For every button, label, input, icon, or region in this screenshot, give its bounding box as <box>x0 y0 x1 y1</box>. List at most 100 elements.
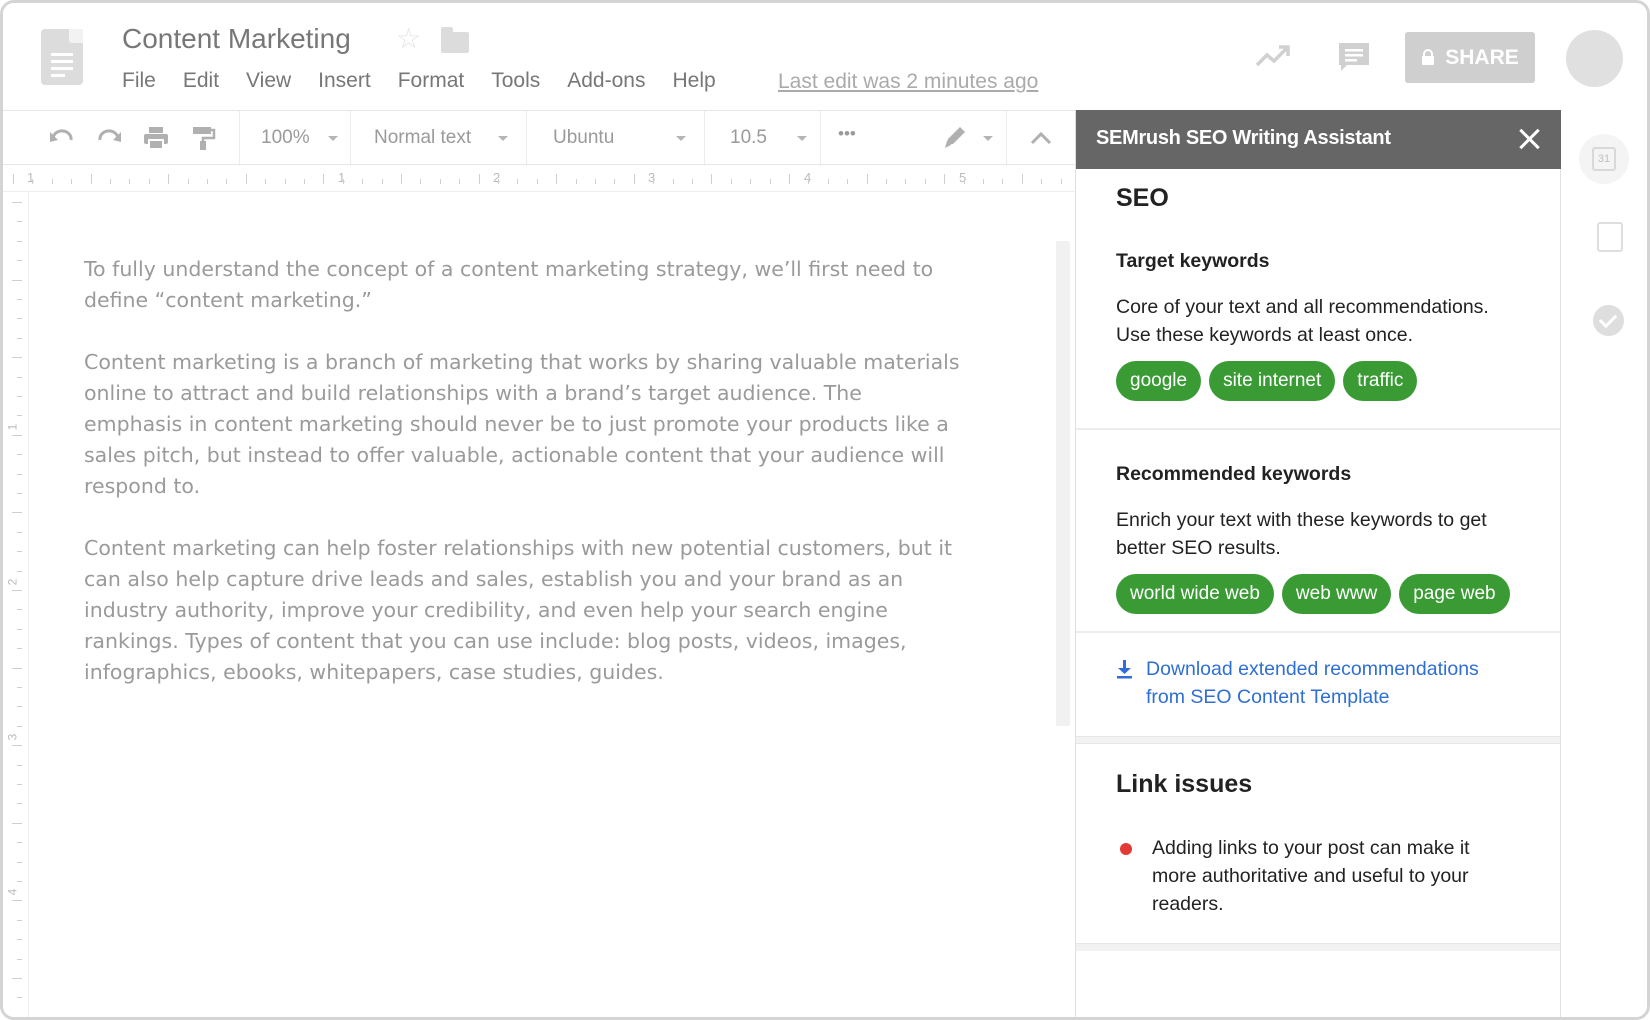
ruler-tick <box>12 590 22 591</box>
keyword-chip[interactable]: web www <box>1281 574 1392 614</box>
ruler-tick <box>17 260 22 262</box>
ruler-tick <box>17 958 22 960</box>
avatar[interactable] <box>1566 30 1623 87</box>
menu-format[interactable]: Format <box>398 69 465 93</box>
ruler-tick <box>17 919 22 921</box>
menu-insert[interactable]: Insert <box>318 69 371 93</box>
font-size-caret-icon <box>797 136 807 141</box>
document-paragraph[interactable]: To fully understand the concept of a con… <box>84 254 964 316</box>
ruler-tick <box>17 415 22 417</box>
ruler-tick <box>983 179 984 184</box>
link-issues-heading: Link issues <box>1116 770 1253 798</box>
ruler-tick <box>614 179 616 184</box>
section-divider <box>1076 428 1560 430</box>
section-divider <box>1076 943 1560 951</box>
ruler-tick <box>71 179 73 184</box>
style-select[interactable]: Normal text <box>374 127 471 149</box>
collapse-chevron-icon[interactable] <box>1028 126 1054 150</box>
ruler-tick <box>362 179 364 184</box>
font-caret-icon <box>676 136 686 141</box>
ruler-tick <box>17 997 22 999</box>
print-icon[interactable] <box>143 126 169 150</box>
close-icon[interactable] <box>1518 128 1540 150</box>
vertical-ruler[interactable]: 1 2 3 4 <box>3 192 29 1017</box>
keyword-chip[interactable]: page web <box>1399 574 1510 614</box>
ruler-tick <box>265 179 267 184</box>
menu-addons[interactable]: Add-ons <box>567 69 645 93</box>
ruler-number: 1 <box>5 423 20 431</box>
comment-icon[interactable] <box>1337 41 1371 73</box>
keep-icon[interactable] <box>1597 222 1623 252</box>
ruler-tick <box>459 179 461 184</box>
ruler-number: 4 <box>5 888 20 896</box>
paint-format-icon[interactable] <box>190 126 216 150</box>
document-title[interactable]: Content Marketing <box>122 23 351 55</box>
keyword-chip[interactable]: world wide web <box>1116 574 1274 614</box>
share-button[interactable]: SHARE <box>1405 32 1535 83</box>
ruler-tick <box>730 179 732 184</box>
last-edit-link[interactable]: Last edit was 2 minutes ago <box>778 70 1038 94</box>
horizontal-ruler[interactable]: 1 1 2 3 4 5 <box>3 166 1075 192</box>
seo-assistant-panel: SEMrush SEO Writing Assistant SEO Target… <box>1075 110 1562 1017</box>
keyword-chip[interactable]: site internet <box>1209 361 1336 401</box>
ruler-tick <box>17 1016 22 1017</box>
menu-edit[interactable]: Edit <box>183 69 219 93</box>
ruler-tick <box>498 179 499 184</box>
ruler-tick <box>653 179 655 184</box>
calendar-day: 31 <box>1592 147 1616 171</box>
tasks-icon[interactable] <box>1593 305 1624 336</box>
zoom-select[interactable]: 100% <box>261 127 310 149</box>
ruler-tick <box>245 174 247 184</box>
section-divider <box>1076 631 1560 633</box>
ruler-tick <box>17 240 22 242</box>
ruler-tick <box>17 784 22 785</box>
ruler-number: 2 <box>493 170 501 185</box>
ruler-tick <box>90 174 92 184</box>
ruler-tick <box>284 179 286 184</box>
ruler-tick <box>17 725 22 727</box>
menu-help[interactable]: Help <box>672 69 715 93</box>
ruler-tick <box>304 179 305 184</box>
ruler-tick <box>12 978 22 979</box>
menu-view[interactable]: View <box>246 69 291 93</box>
more-options-button[interactable]: ••• <box>838 124 856 144</box>
app-window: Content Marketing ☆ File Edit View Inser… <box>0 0 1650 1020</box>
download-recommendations-link[interactable]: Download extended recommendations from S… <box>1146 655 1516 711</box>
font-select[interactable]: Ubuntu <box>553 127 614 149</box>
undo-icon[interactable] <box>49 126 75 150</box>
seo-heading: SEO <box>1116 184 1169 212</box>
folder-icon[interactable] <box>441 27 469 53</box>
ruler-tick <box>1002 179 1004 184</box>
ruler-tick <box>886 179 887 184</box>
pencil-icon[interactable] <box>943 126 969 150</box>
menu-tools[interactable]: Tools <box>491 69 540 93</box>
download-icon[interactable] <box>1116 659 1133 679</box>
docs-header: Content Marketing ☆ File Edit View Inser… <box>3 3 1647 110</box>
panel-header: SEMrush SEO Writing Assistant <box>1076 110 1562 169</box>
trend-icon[interactable] <box>1255 43 1291 69</box>
star-icon[interactable]: ☆ <box>396 25 421 53</box>
document-body[interactable]: To fully understand the concept of a con… <box>84 254 964 719</box>
keyword-chip[interactable]: traffic <box>1343 361 1418 401</box>
ruler-tick <box>633 174 635 184</box>
ruler-tick <box>17 939 22 941</box>
ruler-tick <box>866 174 868 184</box>
document-paragraph[interactable]: Content marketing is a branch of marketi… <box>84 347 964 502</box>
issue-bullet-icon <box>1120 843 1132 855</box>
document-page[interactable]: To fully understand the concept of a con… <box>34 192 1040 1017</box>
doc-icon[interactable] <box>41 29 83 85</box>
font-size-select[interactable]: 10.5 <box>730 127 767 149</box>
ruler-tick <box>711 174 713 184</box>
document-paragraph[interactable]: Content marketing can help foster relati… <box>84 533 964 688</box>
redo-icon[interactable] <box>96 126 122 150</box>
calendar-icon[interactable]: 31 <box>1579 134 1629 184</box>
menu-file[interactable]: File <box>122 69 156 93</box>
document-scrollbar[interactable] <box>1056 241 1070 726</box>
keyword-chip[interactable]: google <box>1116 361 1202 401</box>
ruler-tick <box>207 179 208 184</box>
ruler-tick <box>17 531 22 533</box>
ruler-tick <box>187 179 189 184</box>
ruler-tick <box>556 174 558 184</box>
menu-bar: File Edit View Insert Format Tools Add-o… <box>122 69 743 93</box>
ruler-tick <box>12 357 22 359</box>
